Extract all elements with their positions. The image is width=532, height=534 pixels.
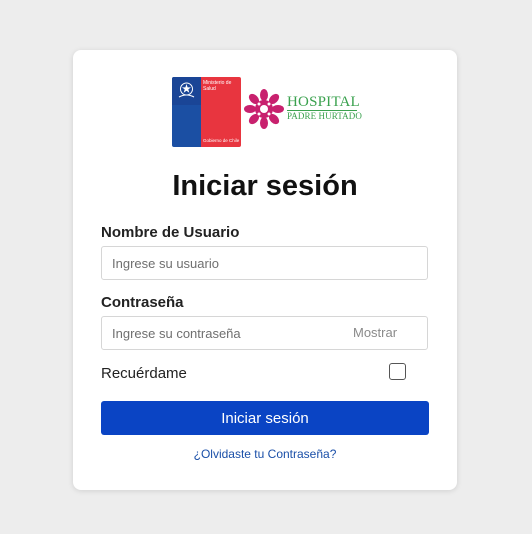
forgot-password-link[interactable]: ¿Olvidaste tu Contraseña?	[73, 447, 457, 461]
ministry-of-health-logo: Ministerio de Salud Gobierno de Chile	[172, 77, 241, 147]
hospital-name-text: HOSPITAL	[287, 94, 360, 110]
show-password-button[interactable]: Mostrar	[353, 324, 397, 342]
government-text: Gobierno de Chile	[203, 138, 240, 143]
login-button[interactable]: Iniciar sesión	[101, 401, 429, 435]
username-label: Nombre de Usuario	[101, 224, 240, 241]
password-label: Contraseña	[101, 294, 184, 311]
page-title: Iniciar sesión	[172, 170, 358, 202]
ministry-name-text: Ministerio de Salud	[203, 80, 232, 92]
hospital-subname-text: PADRE HURTADO	[287, 111, 362, 121]
header-logos: Ministerio de Salud Gobierno de Chile HO…	[172, 77, 362, 147]
remember-me-label: Recuérdame	[101, 365, 187, 382]
remember-me-checkbox[interactable]	[389, 363, 406, 380]
login-card: Ministerio de Salud Gobierno de Chile HO…	[73, 50, 457, 490]
coat-of-arms-icon	[178, 82, 195, 98]
hospital-flower-icon	[244, 89, 284, 129]
username-input[interactable]	[101, 246, 428, 280]
